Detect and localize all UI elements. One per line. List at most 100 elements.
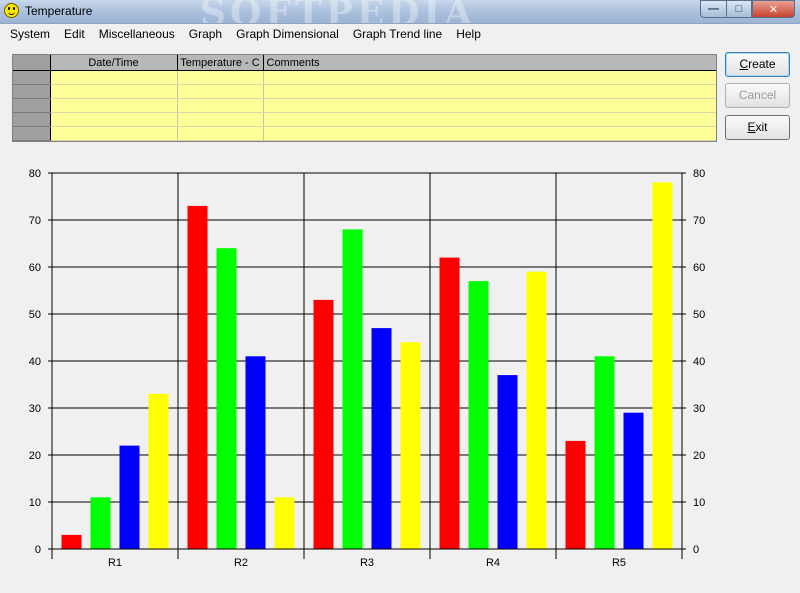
x-tick-label: R4: [486, 557, 500, 569]
bar: [216, 248, 237, 549]
bar: [468, 281, 489, 549]
bar: [594, 356, 615, 549]
grid-cell[interactable]: [50, 126, 178, 141]
y-tick-label-right: 40: [693, 356, 705, 368]
bar: [526, 271, 547, 549]
cancel-button[interactable]: Cancel: [725, 83, 790, 108]
grid-corner[interactable]: [13, 55, 51, 71]
table-row: [13, 70, 716, 85]
grid-cell[interactable]: [177, 84, 264, 99]
bar: [148, 393, 169, 549]
menu-graph-trend-line[interactable]: Graph Trend line: [346, 24, 449, 45]
bar: [90, 497, 111, 549]
menu-graph-dimensional[interactable]: Graph Dimensional: [229, 24, 346, 45]
menu-edit[interactable]: Edit: [57, 24, 92, 45]
y-tick-label-right: 10: [693, 497, 705, 509]
bar: [119, 445, 140, 549]
cancel-button-label: Cancel: [738, 88, 777, 102]
grid-cell[interactable]: [177, 112, 264, 127]
create-button-accel: C: [739, 57, 749, 71]
grid-cell[interactable]: [177, 126, 264, 141]
grid-cell[interactable]: [177, 98, 264, 113]
menu-graph[interactable]: Graph: [182, 24, 229, 45]
row-header[interactable]: [13, 98, 51, 113]
grid-cell[interactable]: [263, 112, 716, 127]
bar: [342, 229, 363, 549]
grid-cell[interactable]: [263, 70, 716, 85]
x-tick-label: R1: [108, 557, 122, 569]
y-tick-label-left: 0: [35, 544, 41, 556]
y-tick-label-right: 20: [693, 450, 705, 462]
chart-svg: 0 0 10 10 20 20 30 30 40 40 50 50 60 60 70 70 80 80 R1 R2 R3…: [29, 168, 706, 569]
bar: [400, 342, 421, 549]
bar-chart: 0 0 10 10 20 20 30 30 40 40 50 50 60 60 70 70 80 80 R1 R2 R3…: [0, 150, 800, 593]
app-window: SOFTPEDIA Temperature — □ ✕ System Edit …: [0, 0, 800, 593]
grid-cell[interactable]: [50, 98, 178, 113]
table-row: [13, 84, 716, 99]
table-row: [13, 98, 716, 113]
row-header[interactable]: [13, 112, 51, 127]
menu-help[interactable]: Help: [449, 24, 488, 45]
grid-cell[interactable]: [50, 84, 178, 99]
row-header[interactable]: [13, 70, 51, 85]
bar: [623, 412, 644, 549]
exit-button-label: xit: [755, 120, 768, 134]
window-controls: — □ ✕: [700, 0, 795, 18]
bar: [245, 356, 266, 549]
grid-cell[interactable]: [50, 70, 178, 85]
x-tick-label: R5: [612, 557, 626, 569]
create-button[interactable]: Create: [725, 52, 790, 77]
menu-system[interactable]: System: [0, 24, 57, 45]
x-tick-label: R2: [234, 557, 248, 569]
grid-cell[interactable]: [263, 84, 716, 99]
close-icon[interactable]: ✕: [752, 0, 795, 18]
watermark: SOFTPEDIA: [200, 0, 477, 24]
row-header[interactable]: [13, 126, 51, 141]
y-tick-label-left: 80: [29, 168, 41, 180]
y-tick-label-right: 70: [693, 215, 705, 227]
data-grid[interactable]: Date/Time Temperature - C Comments: [12, 54, 717, 142]
bar: [274, 497, 295, 549]
bar: [61, 534, 82, 549]
bar: [652, 182, 673, 549]
smiley-app-icon[interactable]: [4, 3, 19, 18]
exit-button-accel: E: [747, 120, 756, 134]
y-tick-label-left: 30: [29, 403, 41, 415]
bar: [565, 440, 586, 549]
y-tick-label-right: 80: [693, 168, 705, 180]
bar: [371, 328, 392, 549]
y-tick-label-left: 70: [29, 215, 41, 227]
y-tick-label-left: 40: [29, 356, 41, 368]
table-row: [13, 126, 716, 141]
bar: [497, 375, 518, 549]
maximize-icon[interactable]: □: [726, 0, 752, 18]
bar: [439, 257, 460, 549]
title-bar[interactable]: SOFTPEDIA Temperature — □ ✕: [0, 0, 800, 24]
create-button-label: reate: [748, 57, 776, 71]
y-tick-label-left: 10: [29, 497, 41, 509]
column-header-temperature[interactable]: Temperature - C: [177, 55, 264, 71]
window-title: Temperature: [25, 4, 93, 18]
grid-cell[interactable]: [263, 98, 716, 113]
minimize-icon[interactable]: —: [700, 0, 726, 18]
x-tick-label: R3: [360, 557, 374, 569]
table-row: [13, 112, 716, 127]
y-tick-label-right: 60: [693, 262, 705, 274]
bar: [187, 205, 208, 549]
exit-button[interactable]: Exit: [725, 115, 790, 140]
y-tick-label-right: 0: [693, 544, 699, 556]
grid-cell[interactable]: [263, 126, 716, 141]
y-tick-label-right: 50: [693, 309, 705, 321]
column-header-comments[interactable]: Comments: [263, 55, 716, 71]
grid-cell[interactable]: [50, 112, 178, 127]
bar: [313, 299, 334, 549]
grid-cell[interactable]: [177, 70, 264, 85]
y-tick-label-left: 20: [29, 450, 41, 462]
y-tick-label-left: 50: [29, 309, 41, 321]
y-tick-label-left: 60: [29, 262, 41, 274]
y-tick-label-right: 30: [693, 403, 705, 415]
menu-bar: System Edit Miscellaneous Graph Graph Di…: [0, 24, 800, 45]
row-header[interactable]: [13, 84, 51, 99]
column-header-date-time[interactable]: Date/Time: [50, 55, 178, 71]
menu-miscellaneous[interactable]: Miscellaneous: [92, 24, 182, 45]
